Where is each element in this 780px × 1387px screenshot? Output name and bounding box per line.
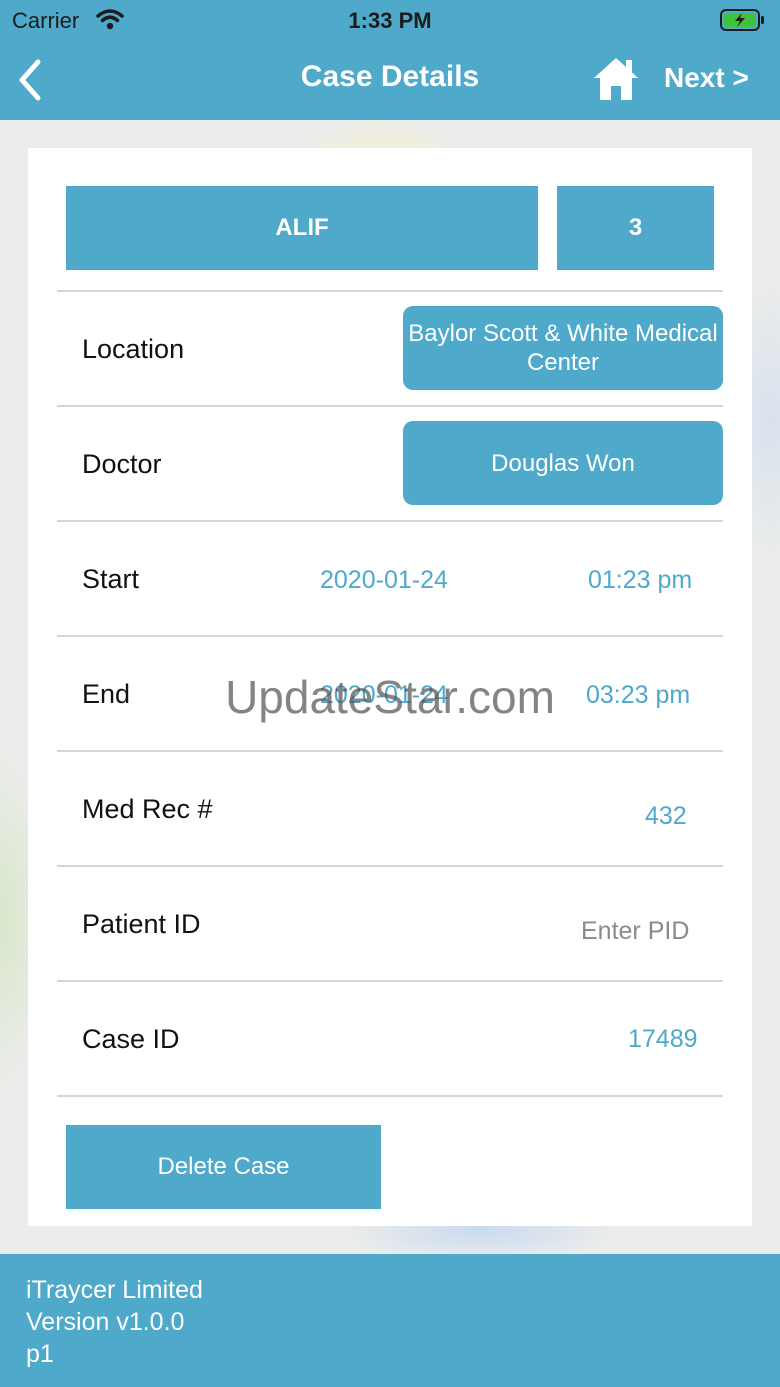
divider bbox=[57, 635, 723, 637]
page-label: p1 bbox=[26, 1340, 54, 1368]
divider bbox=[57, 405, 723, 407]
company-name: iTraycer Limited bbox=[26, 1276, 203, 1304]
footer: iTraycer Limited Version v1.0.0 p1 bbox=[0, 1254, 780, 1387]
divider bbox=[57, 980, 723, 982]
home-button[interactable] bbox=[592, 56, 640, 102]
case-details-card: ALIF 3 Location Baylor Scott & White Med… bbox=[28, 148, 752, 1226]
divider bbox=[57, 290, 723, 292]
doctor-button[interactable]: Douglas Won bbox=[403, 421, 723, 505]
page-title: Case Details bbox=[300, 60, 480, 93]
start-time-field[interactable]: 01:23 pm bbox=[588, 566, 692, 595]
end-date-field[interactable]: 2020-01-24 bbox=[320, 681, 448, 710]
version-label: Version v1.0.0 bbox=[26, 1308, 185, 1336]
delete-case-button[interactable]: Delete Case bbox=[66, 1125, 381, 1209]
divider bbox=[57, 520, 723, 522]
divider bbox=[57, 865, 723, 867]
start-label: Start bbox=[82, 564, 140, 594]
patient-id-input[interactable]: Enter PID bbox=[581, 917, 689, 946]
location-label: Location bbox=[82, 334, 185, 364]
location-button[interactable]: Baylor Scott & White Medical Center bbox=[403, 306, 723, 390]
battery-icon bbox=[720, 8, 766, 37]
level-button[interactable]: 3 bbox=[557, 186, 714, 270]
next-button[interactable]: Next > bbox=[664, 62, 749, 94]
medrec-label: Med Rec # bbox=[82, 794, 213, 824]
medrec-field[interactable]: 432 bbox=[645, 802, 687, 831]
case-id-label: Case ID bbox=[82, 1024, 180, 1054]
nav-bar: Carrier 1:33 PM Case Details Next > bbox=[0, 0, 780, 120]
end-label: End bbox=[82, 679, 131, 709]
procedure-button[interactable]: ALIF bbox=[66, 186, 538, 270]
divider bbox=[57, 1095, 723, 1097]
home-icon bbox=[594, 58, 638, 100]
status-time: 1:33 PM bbox=[348, 8, 432, 33]
divider bbox=[57, 750, 723, 752]
doctor-label: Doctor bbox=[82, 449, 162, 479]
case-id-value: 17489 bbox=[628, 1025, 698, 1053]
end-time-field[interactable]: 03:23 pm bbox=[586, 681, 690, 710]
start-date-field[interactable]: 2020-01-24 bbox=[320, 566, 448, 595]
patient-id-label: Patient ID bbox=[82, 909, 201, 939]
